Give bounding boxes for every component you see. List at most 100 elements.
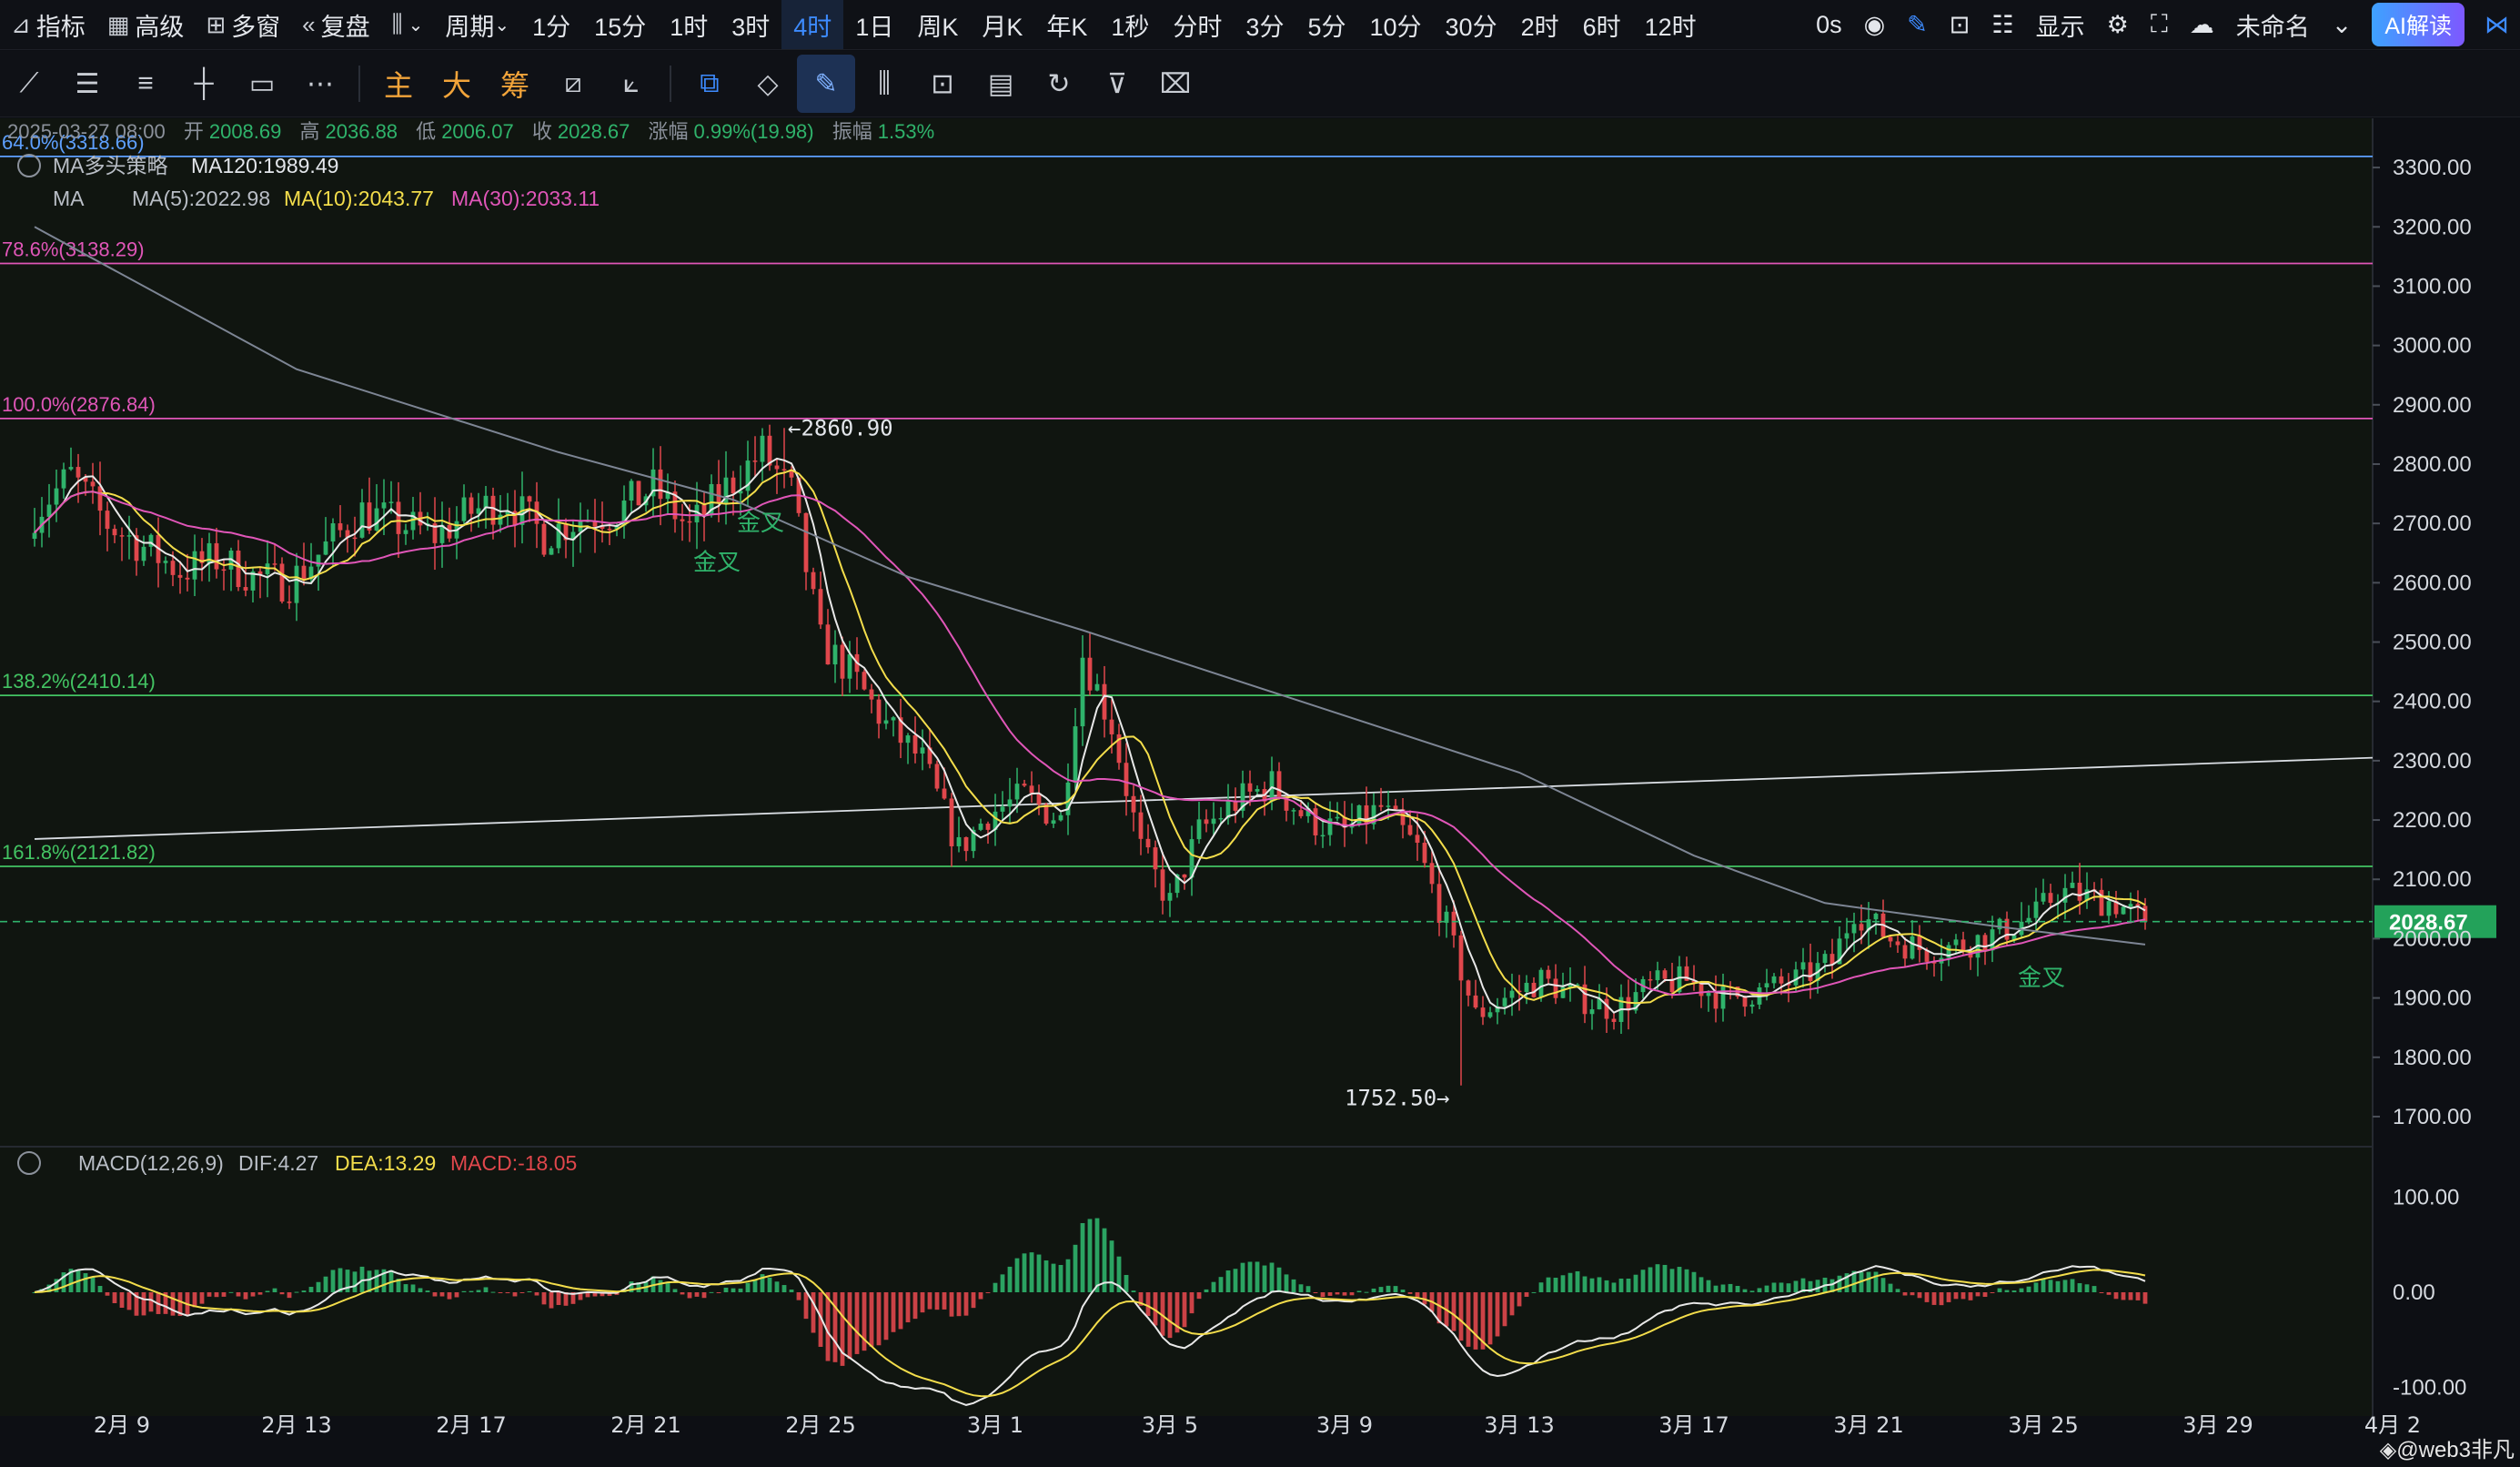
period-tab[interactable]: 年K [1034,0,1099,49]
candle-body[interactable] [541,523,547,555]
eraser-tool-icon[interactable]: ◇ [739,55,797,113]
crop-icon[interactable]: ⊡ [1939,0,1981,49]
note-tool-icon[interactable]: ▤ [972,55,1030,113]
candle-body[interactable] [985,824,991,830]
candle-body[interactable] [301,565,307,580]
candle-body[interactable] [1233,801,1238,811]
candle-body[interactable] [243,587,248,591]
candle-body[interactable] [1124,763,1129,796]
candle-body[interactable] [1742,997,1748,1007]
candle-body[interactable] [119,535,125,537]
candlestick-chart[interactable]: 64.0%(3318.66)78.6%(3138.29)100.0%(2876.… [0,118,2520,1467]
candle-body[interactable] [1538,969,1544,997]
toolbar-rewind-button[interactable]: «复盘 [291,0,380,49]
candle-body[interactable] [396,501,401,534]
candle-body[interactable] [760,435,765,462]
display-button[interactable]: 显示 [2025,0,2096,49]
candle-body[interactable] [163,561,168,563]
period-tab[interactable]: 3分 [1234,0,1295,49]
candle-body[interactable] [1611,1018,1617,1022]
candle-body[interactable] [556,523,561,549]
candle-body[interactable] [876,699,882,724]
period-tab[interactable]: 5分 [1295,0,1357,49]
candle-body[interactable] [905,735,911,744]
period-tab[interactable]: 分时 [1161,0,1234,49]
candle-body[interactable] [1029,785,1034,794]
candle-body[interactable] [287,601,292,603]
candle-body[interactable] [2106,901,2112,916]
period-tab[interactable]: 月K [970,0,1034,49]
main-indicator-button[interactable]: 主 [369,55,428,113]
candle-body[interactable] [1000,806,1005,812]
candle-body[interactable] [811,572,816,590]
candle-body[interactable] [1131,795,1136,813]
candle-body[interactable] [32,532,37,540]
candle-body[interactable] [1910,936,1915,959]
candle-body[interactable] [112,529,117,536]
candle-body[interactable] [1196,819,1202,840]
period-tab[interactable]: 10分 [1357,0,1433,49]
candle-body[interactable] [338,523,343,531]
candle-body[interactable] [1844,933,1850,939]
period-tab[interactable]: 4时 [781,0,844,49]
more-tools-icon[interactable]: ⋯ [291,55,349,113]
candle-body[interactable] [403,530,408,534]
candle-body[interactable] [2048,893,2053,904]
candles-tool-icon[interactable]: ⫼ [855,55,913,113]
period-tab[interactable]: 12时 [1633,0,1709,49]
candle-body[interactable] [2128,904,2133,907]
candle-body[interactable] [1451,911,1457,936]
candle-body[interactable] [1698,982,1704,997]
period-tab[interactable]: 1日 [843,0,905,49]
candle-body[interactable] [279,563,285,602]
candle-body[interactable] [1713,992,1719,1009]
list-icon[interactable]: ☷ [1981,0,2024,49]
settings-icon[interactable]: ⚙ [2096,0,2140,49]
candle-body[interactable] [1094,683,1100,691]
candle-body[interactable] [1648,978,1653,981]
candle-body[interactable] [527,496,532,502]
candle-body[interactable] [105,511,110,530]
candle-body[interactable] [76,467,81,478]
toolbar-grid-button[interactable]: ⊞ 多窗 [195,0,291,49]
candle-body[interactable] [1764,983,1769,988]
magnet-tool-icon[interactable]: ⧄ [544,55,602,113]
candle-body[interactable] [1218,817,1224,820]
ma-indicator-name[interactable]: MA [53,187,85,210]
candle-body[interactable] [1800,962,1806,970]
copy-tool-icon[interactable]: ⧉ [680,55,739,113]
horizontal-line-tool-icon[interactable]: ┼ [175,55,233,113]
candle-body[interactable] [1851,924,1857,934]
period-tab[interactable]: 2时 [1509,0,1571,49]
candle-body[interactable] [1058,814,1063,821]
candle-body[interactable] [1589,1009,1595,1015]
candle-body[interactable] [1830,954,1835,965]
layout-name-select[interactable]: 未命名 [2225,0,2321,49]
candle-body[interactable] [1204,819,1209,825]
candle-body[interactable] [1247,783,1253,792]
candle-body[interactable] [1480,1007,1486,1017]
period-tab[interactable]: 1秒 [1099,0,1161,49]
candle-body[interactable] [1429,863,1435,885]
candle-body[interactable] [1269,771,1275,802]
candle-body[interactable] [1073,726,1078,783]
candle-body[interactable] [2121,906,2126,915]
candle-body[interactable] [1466,980,1471,996]
candle-body[interactable] [1720,986,1726,1009]
candle-body[interactable] [1211,818,1216,825]
candle-body[interactable] [97,486,103,511]
period-tab[interactable]: 1时 [658,0,720,49]
candle-body[interactable] [2070,882,2075,888]
candle-body[interactable] [316,554,321,567]
candle-body[interactable] [825,624,831,665]
candle-body[interactable] [1859,924,1864,931]
candle-body[interactable] [949,798,954,846]
candle-body[interactable] [1553,978,1558,998]
candle-body[interactable] [1473,995,1478,1008]
candle-body[interactable] [1386,805,1391,807]
candle-body[interactable] [185,577,190,580]
candle-body[interactable] [1160,869,1165,901]
candle-body[interactable] [1546,969,1551,979]
candle-body[interactable] [1662,970,1668,979]
candle-body[interactable] [1458,935,1464,981]
